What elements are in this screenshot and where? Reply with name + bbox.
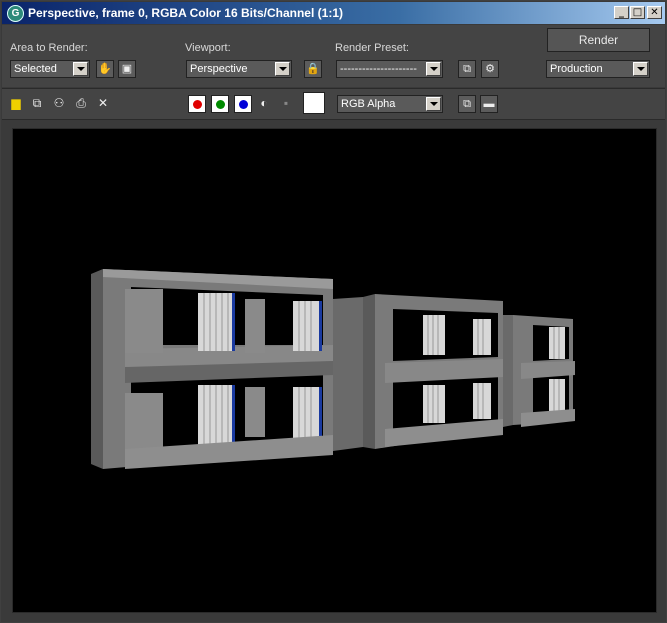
render-viewport[interactable] xyxy=(12,128,657,613)
blue-channel-button[interactable] xyxy=(234,95,252,113)
alpha-icon[interactable]: ◐ xyxy=(257,96,271,110)
status-strip xyxy=(2,613,665,622)
lock-icon[interactable]: 🔒 xyxy=(304,60,322,78)
render-preset-label: Render Preset: xyxy=(335,42,409,54)
channel-display-dropdown[interactable]: RGB Alpha xyxy=(337,95,443,113)
chevron-down-icon[interactable] xyxy=(633,62,648,76)
close-button[interactable]: ✕ xyxy=(647,6,662,19)
render-mode-dropdown[interactable]: Production xyxy=(546,60,650,78)
clone-icon[interactable]: ⧉ xyxy=(30,96,44,110)
channel-display-value: RGB Alpha xyxy=(341,98,396,110)
area-to-render-dropdown[interactable]: Selected xyxy=(10,60,90,78)
hand-icon[interactable]: ✋ xyxy=(96,60,114,78)
render-mode-value: Production xyxy=(550,63,603,75)
copy-icon[interactable]: ⚇ xyxy=(52,96,66,110)
render-preset-value: --------------------- xyxy=(340,63,417,75)
green-dot-icon xyxy=(216,100,225,109)
app-icon: G xyxy=(7,5,24,22)
viewport-dropdown[interactable]: Perspective xyxy=(186,60,292,78)
green-channel-button[interactable] xyxy=(211,95,229,113)
window-title: Perspective, frame 0, RGBA Color 16 Bits… xyxy=(28,6,343,20)
color-swatch[interactable] xyxy=(303,92,325,114)
red-dot-icon xyxy=(193,100,202,109)
minimize-button[interactable]: _ xyxy=(614,6,629,19)
viewport-label: Viewport: xyxy=(185,42,231,54)
chevron-down-icon[interactable] xyxy=(275,62,290,76)
viewport-value: Perspective xyxy=(190,63,248,75)
red-channel-button[interactable] xyxy=(188,95,206,113)
chevron-down-icon[interactable] xyxy=(426,97,441,111)
rendered-building-image xyxy=(91,269,575,469)
render-options-panel: Area to Render: Selected ✋ ▣ Viewport: P… xyxy=(2,25,665,87)
save-icon[interactable]: ▆ xyxy=(9,96,23,110)
toggle-ui-icon[interactable]: ⧉ xyxy=(458,95,476,113)
frame-buffer-toolbar: ▆ ⧉ ⚇ ⎙ ✕ ◐ ▪ RGB Alpha ⧉ ▬ xyxy=(2,88,665,120)
environment-icon[interactable]: ⚙ xyxy=(481,60,499,78)
mono-icon[interactable]: ▪ xyxy=(279,96,293,110)
render-preset-dropdown[interactable]: --------------------- xyxy=(336,60,443,78)
chevron-down-icon[interactable] xyxy=(426,62,441,76)
blue-dot-icon xyxy=(239,100,248,109)
maximize-button[interactable]: □ xyxy=(630,6,645,19)
render-button[interactable]: Render xyxy=(547,28,650,52)
region-icon[interactable]: ▣ xyxy=(118,60,136,78)
clear-icon[interactable]: ✕ xyxy=(96,96,110,110)
chevron-down-icon[interactable] xyxy=(73,62,88,76)
area-to-render-value: Selected xyxy=(14,63,57,75)
area-to-render-label: Area to Render: xyxy=(10,42,88,54)
print-icon[interactable]: ⎙ xyxy=(74,96,88,110)
render-frame-window: G Perspective, frame 0, RGBA Color 16 Bi… xyxy=(0,0,667,623)
frame-buffer-icon[interactable]: ▬ xyxy=(480,95,498,113)
title-bar[interactable]: G Perspective, frame 0, RGBA Color 16 Bi… xyxy=(2,2,665,24)
preset-icon[interactable]: ⧉ xyxy=(458,60,476,78)
